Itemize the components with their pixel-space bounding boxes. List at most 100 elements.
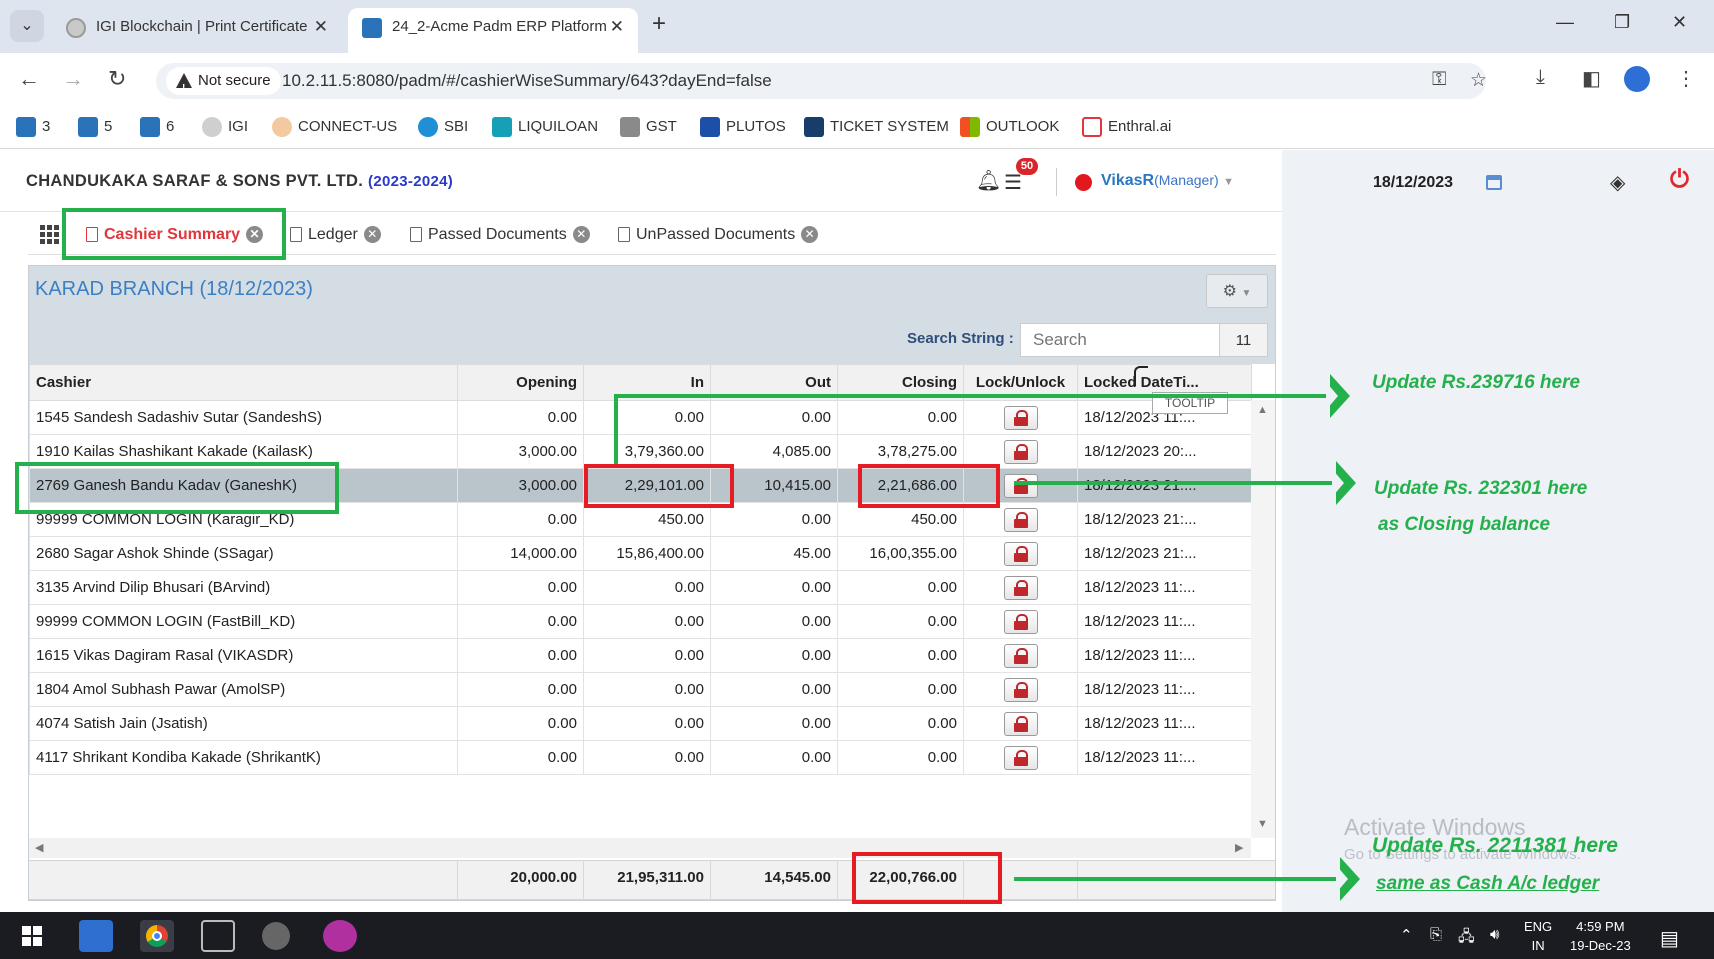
cell-locked-datetime: 18/12/2023 21:... — [1077, 536, 1252, 571]
tray-network-icon[interactable]: 🖧 — [1458, 926, 1475, 951]
address-bar[interactable]: Not secure 10.2.11.5:8080/padm/#/cashier… — [156, 63, 1487, 103]
browser-tab-igi[interactable]: IGI Blockchain | Print Certificate ✕ — [52, 8, 342, 53]
tab-unpassed-documents[interactable]: UnPassed Documents ✕ — [618, 226, 819, 244]
table-row[interactable]: 3135 Arvind Dilip Bhusari (BArvind) 0.00… — [29, 570, 1252, 605]
lock-icon[interactable] — [1003, 745, 1038, 770]
lock-icon[interactable] — [1003, 677, 1038, 702]
bookmark-liquiloan[interactable]: LIQUILOAN — [492, 116, 598, 138]
profile-avatar-icon[interactable] — [1624, 66, 1650, 92]
lock-icon[interactable] — [1003, 507, 1038, 532]
download-icon[interactable]: ⤓ — [1536, 66, 1545, 89]
cell-cashier: 3135 Arvind Dilip Bhusari (BArvind) — [29, 570, 458, 605]
cell-cashier: 4074 Satish Jain (Jsatish) — [29, 706, 458, 741]
igi-favicon-icon — [202, 117, 222, 137]
restore-icon[interactable]: ❐ — [1614, 12, 1630, 33]
chrome-icon[interactable] — [140, 920, 174, 952]
bookmark-outlook[interactable]: OUTLOOK — [960, 116, 1059, 138]
scroll-up-icon[interactable]: ▲ — [1257, 404, 1268, 416]
cashier-table: Cashier Opening In Out Closing Lock/Unlo… — [29, 364, 1252, 775]
annotation-arrowhead-icon — [1326, 374, 1350, 418]
lock-icon[interactable] — [1003, 473, 1038, 498]
eye-slash-icon[interactable]: ◈ — [1610, 170, 1625, 195]
forward-arrow-icon[interactable]: → — [62, 66, 84, 92]
terminal-icon[interactable] — [201, 920, 235, 952]
minimize-icon[interactable]: — — [1556, 12, 1574, 33]
menu-kebab-icon[interactable]: ⋮ — [1676, 66, 1696, 91]
new-tab-plus-icon[interactable]: + — [652, 10, 666, 38]
lock-icon[interactable] — [1003, 541, 1038, 566]
table-row[interactable]: 1615 Vikas Dagiram Rasal (VIKASDR) 0.00 … — [29, 638, 1252, 673]
scroll-right-icon[interactable]: ▶ — [1235, 841, 1243, 854]
table-row[interactable]: 1545 Sandesh Sadashiv Sutar (SandeshS) 0… — [29, 400, 1252, 435]
lock-icon[interactable] — [1003, 439, 1038, 464]
annotation-arrow-line — [614, 394, 618, 464]
bookmark-star-icon[interactable]: ☆ — [1470, 69, 1487, 92]
password-key-icon[interactable]: ⚿ — [1432, 69, 1446, 91]
cell-opening: 0.00 — [457, 502, 584, 537]
bookmark-3[interactable]: 3 — [16, 116, 50, 138]
bookmark-5[interactable]: 5 — [78, 116, 112, 138]
browser-tab-erp[interactable]: 24_2-Acme Padm ERP Platform ✕ — [348, 8, 638, 53]
close-circle-icon[interactable]: ✕ — [572, 226, 590, 243]
tab-search-chevron-icon[interactable]: ⌄ — [10, 10, 44, 42]
tray-chevron-up-icon[interactable]: ⌃ — [1400, 926, 1413, 944]
table-row[interactable]: 4117 Shrikant Kondiba Kakade (ShrikantK)… — [29, 740, 1252, 775]
calendar-icon[interactable] — [1486, 175, 1502, 190]
power-logout-icon[interactable]: ⏻ — [1670, 166, 1689, 194]
horizontal-scrollbar[interactable] — [29, 838, 1251, 858]
close-circle-icon[interactable]: ✕ — [801, 226, 819, 243]
close-circle-icon[interactable]: ✕ — [363, 226, 381, 243]
taskbar-app-icon-purple[interactable] — [323, 920, 357, 952]
table-row[interactable]: 99999 COMMON LOGIN (FastBill_KD) 0.00 0.… — [29, 604, 1252, 639]
windows-start-icon[interactable] — [22, 926, 42, 946]
search-input[interactable] — [1020, 323, 1220, 357]
back-arrow-icon[interactable]: ← — [18, 66, 40, 92]
tray-clock[interactable]: 4:59 PM 19-Dec-23 — [1570, 917, 1631, 955]
security-chip[interactable]: Not secure — [166, 67, 281, 103]
col-opening[interactable]: Opening — [457, 364, 584, 401]
bookmark-plutos[interactable]: PLUTOS — [700, 116, 786, 138]
business-date: 18/12/2023 — [1373, 174, 1454, 191]
lock-icon[interactable] — [1003, 575, 1038, 600]
user-menu[interactable]: VikasR(Manager) ▼ — [1101, 172, 1234, 190]
tab-ledger[interactable]: Ledger ✕ — [290, 226, 381, 244]
annotation-note-3: Update Rs. 2211381 here — [1372, 834, 1618, 857]
table-row[interactable]: 4074 Satish Jain (Jsatish) 0.00 0.00 0.0… — [29, 706, 1252, 741]
lock-icon[interactable] — [1003, 405, 1038, 430]
window-close-icon[interactable]: ✕ — [1672, 12, 1687, 33]
bookmark-enthral[interactable]: Enthral.ai — [1082, 116, 1171, 138]
reload-icon[interactable]: ↻ — [108, 66, 126, 92]
col-cashier[interactable]: Cashier — [29, 364, 458, 401]
tab-passed-documents[interactable]: Passed Documents ✕ — [410, 226, 590, 244]
table-row[interactable]: 1804 Amol Subhash Pawar (AmolSP) 0.00 0.… — [29, 672, 1252, 707]
scroll-left-icon[interactable]: ◀ — [35, 841, 43, 854]
bookmark-gst[interactable]: GST — [620, 116, 677, 138]
bookmark-connect-us[interactable]: CONNECT-US — [272, 116, 397, 138]
bookmark-6[interactable]: 6 — [140, 116, 174, 138]
side-panel-icon[interactable]: ◧ — [1582, 66, 1601, 91]
vertical-scrollbar[interactable] — [1251, 400, 1275, 838]
lock-icon[interactable] — [1003, 609, 1038, 634]
tray-volume-icon[interactable]: 🔊︎ — [1490, 926, 1499, 943]
lock-icon[interactable] — [1003, 643, 1038, 668]
annotation-note-3b: same as Cash A/c ledger — [1376, 873, 1600, 894]
url-text[interactable]: 10.2.11.5:8080/padm/#/cashierWiseSummary… — [282, 63, 772, 99]
app-grid-icon[interactable] — [40, 225, 60, 244]
notification-center-icon[interactable]: ▤ — [1660, 926, 1679, 951]
table-row[interactable]: 2680 Sagar Ashok Shinde (SSagar) 14,000.… — [29, 536, 1252, 571]
close-tab-icon[interactable]: ✕ — [314, 8, 328, 46]
cell-locked-datetime: 18/12/2023 11:... — [1077, 740, 1252, 775]
bookmark-igi[interactable]: IGI — [202, 116, 248, 138]
taskbar-app-icon[interactable] — [79, 920, 113, 952]
bell-icon[interactable]: 🔔︎ — [976, 168, 1001, 193]
tray-usb-icon[interactable]: ⎘ — [1430, 926, 1442, 943]
tray-language[interactable]: ENG IN — [1524, 917, 1552, 955]
cell-in: 0.00 — [583, 740, 711, 775]
bookmark-sbi[interactable]: SBI — [418, 116, 468, 138]
webcam-app-icon[interactable] — [262, 922, 290, 950]
scroll-down-icon[interactable]: ▼ — [1257, 818, 1268, 830]
lock-icon[interactable] — [1003, 711, 1038, 736]
close-tab-icon[interactable]: ✕ — [610, 8, 624, 46]
bookmark-ticket-system[interactable]: TICKET SYSTEM — [804, 116, 949, 138]
settings-gear-button[interactable]: ⚙ ▼ — [1206, 274, 1268, 308]
